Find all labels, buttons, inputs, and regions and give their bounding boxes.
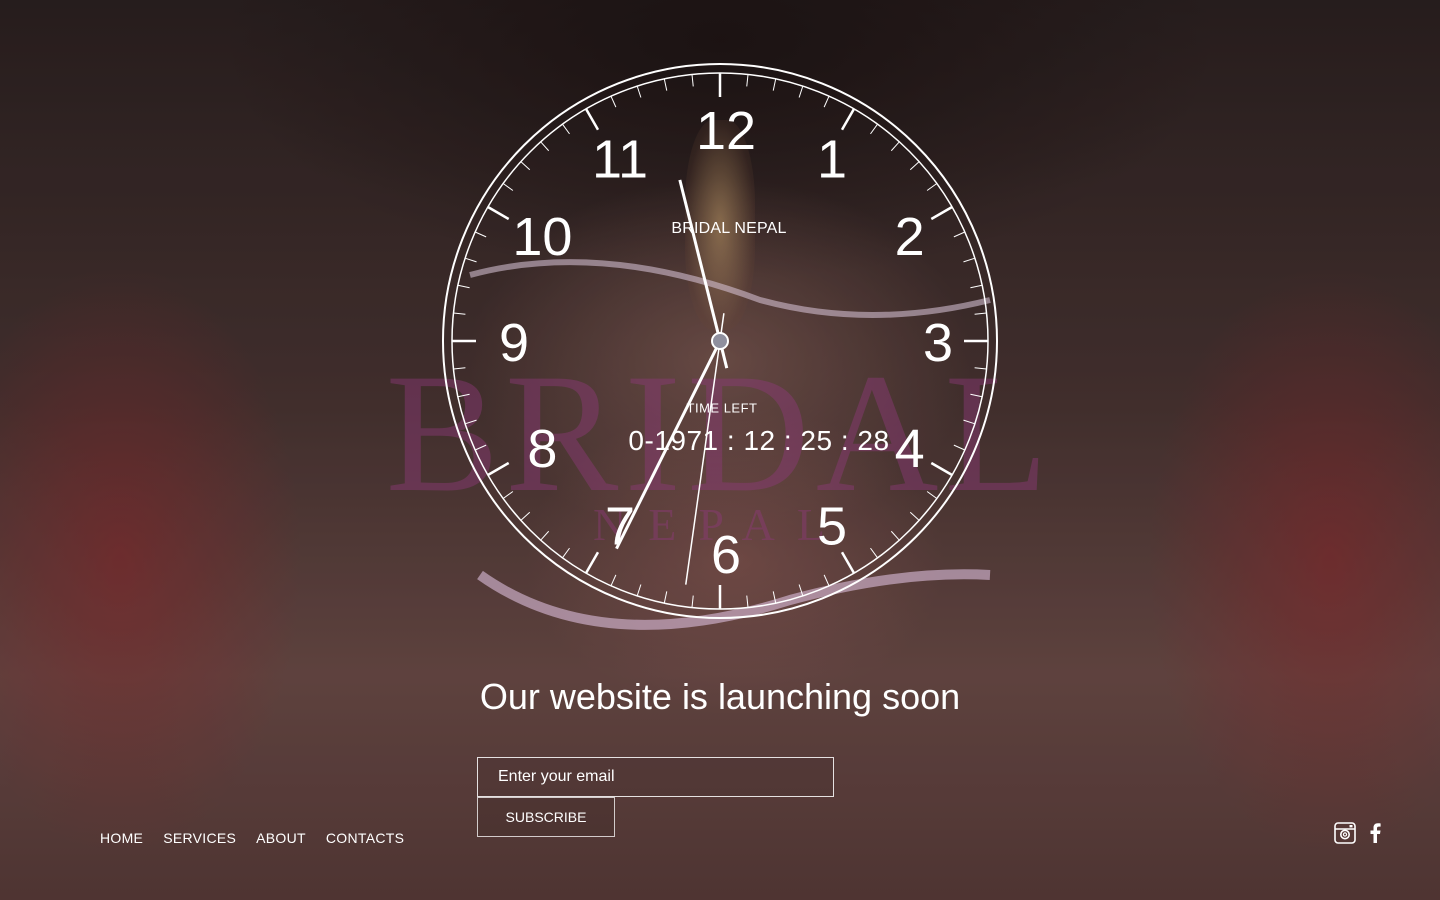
clock-numeral-4: 4 <box>895 419 925 479</box>
clock-numeral-12: 12 <box>696 101 756 161</box>
clock-numeral-6: 6 <box>711 525 741 585</box>
clock-minor-tick <box>953 231 966 238</box>
clock-minor-tick <box>520 511 531 521</box>
clock-minor-tick <box>457 284 470 289</box>
clock-minor-tick <box>890 141 900 152</box>
clock-minor-tick <box>691 595 694 608</box>
clock-numeral-9: 9 <box>499 313 529 373</box>
clock-minor-tick <box>746 595 749 608</box>
clock-major-tick <box>840 108 856 131</box>
clock-minor-tick <box>870 547 878 559</box>
clock-minor-tick <box>970 284 983 289</box>
clock-minor-tick <box>926 491 938 499</box>
clock-major-tick <box>584 108 600 131</box>
clock-minor-tick <box>453 367 466 370</box>
clock-minor-tick <box>974 312 987 315</box>
clock-minor-tick <box>562 123 570 135</box>
clock-minor-tick <box>502 491 514 499</box>
clock-minor-tick <box>520 161 531 171</box>
clock-minor-tick <box>890 530 900 541</box>
clock-minor-tick <box>772 591 777 604</box>
countdown-value: 0-1971 : 12 : 25 : 28 <box>628 425 890 456</box>
clock-numeral-8: 8 <box>527 419 557 479</box>
instagram-icon[interactable] <box>1334 822 1356 849</box>
clock-minor-tick <box>474 444 487 451</box>
analog-clock: 12 12 3 45 6 78 9 10 11 <box>442 63 998 619</box>
clock-minor-tick <box>540 530 550 541</box>
clock-minor-tick <box>746 74 749 87</box>
clock-numeral-10: 10 <box>512 207 572 267</box>
facebook-icon[interactable] <box>1368 822 1382 849</box>
subscribe-button[interactable]: SUBSCRIBE <box>477 797 615 837</box>
clock-numeral-1: 1 <box>817 129 847 189</box>
clock-numeral-3: 3 <box>923 313 953 373</box>
clock-minor-tick <box>691 74 694 87</box>
clock-minor-tick <box>823 95 830 108</box>
clock-minor-tick <box>772 78 777 91</box>
clock-minor-tick <box>464 419 477 425</box>
footer-nav: HOME SERVICES ABOUT CONTACTS <box>100 830 404 846</box>
nav-home[interactable]: HOME <box>100 830 143 846</box>
clock-numeral-11: 11 <box>592 129 648 189</box>
clock-minor-tick <box>453 312 466 315</box>
clock-major-tick <box>930 205 953 221</box>
clock-minor-tick <box>540 141 550 152</box>
clock-minor-tick <box>963 419 976 425</box>
clock-minor-tick <box>464 257 477 263</box>
page-headline: Our website is launching soon <box>479 676 961 717</box>
clock-minor-tick <box>963 257 976 263</box>
clock-numeral-5: 5 <box>817 497 847 557</box>
clock-minor-tick <box>974 367 987 370</box>
brand-name: BRIDAL NEPAL <box>671 220 787 237</box>
clock-numeral-2: 2 <box>895 207 925 267</box>
clock-minor-tick <box>562 547 570 559</box>
nav-services[interactable]: SERVICES <box>163 830 236 846</box>
clock-minor-tick <box>474 231 487 238</box>
clock-major-tick <box>487 205 510 221</box>
clock-minor-tick <box>636 85 642 98</box>
clock-minor-tick <box>823 574 830 587</box>
nav-contacts[interactable]: CONTACTS <box>326 830 404 846</box>
clock-minor-tick <box>970 393 983 398</box>
clock-minor-tick <box>909 161 920 171</box>
time-left-label: TIME LEFT <box>686 400 758 416</box>
clock-minor-tick <box>663 591 668 604</box>
clock-minor-tick <box>457 393 470 398</box>
clock-minor-tick <box>798 584 804 597</box>
clock-minor-tick <box>909 511 920 521</box>
clock-minor-tick <box>610 574 617 587</box>
social-links <box>1334 822 1382 849</box>
clock-center-cap <box>711 332 729 350</box>
clock-minor-tick <box>870 123 878 135</box>
clock-major-tick <box>584 551 600 574</box>
nav-about[interactable]: ABOUT <box>256 830 306 846</box>
clock-minor-tick <box>798 85 804 98</box>
clock-major-tick <box>930 461 953 477</box>
clock-minor-tick <box>502 183 514 191</box>
clock-minor-tick <box>926 183 938 191</box>
clock-major-tick <box>487 461 510 477</box>
email-input[interactable] <box>477 757 834 797</box>
clock-minor-tick <box>636 584 642 597</box>
clock-minor-tick <box>953 444 966 451</box>
clock-numeral-7: 7 <box>605 497 635 557</box>
clock-minor-tick <box>610 95 617 108</box>
clock-minor-tick <box>663 78 668 91</box>
